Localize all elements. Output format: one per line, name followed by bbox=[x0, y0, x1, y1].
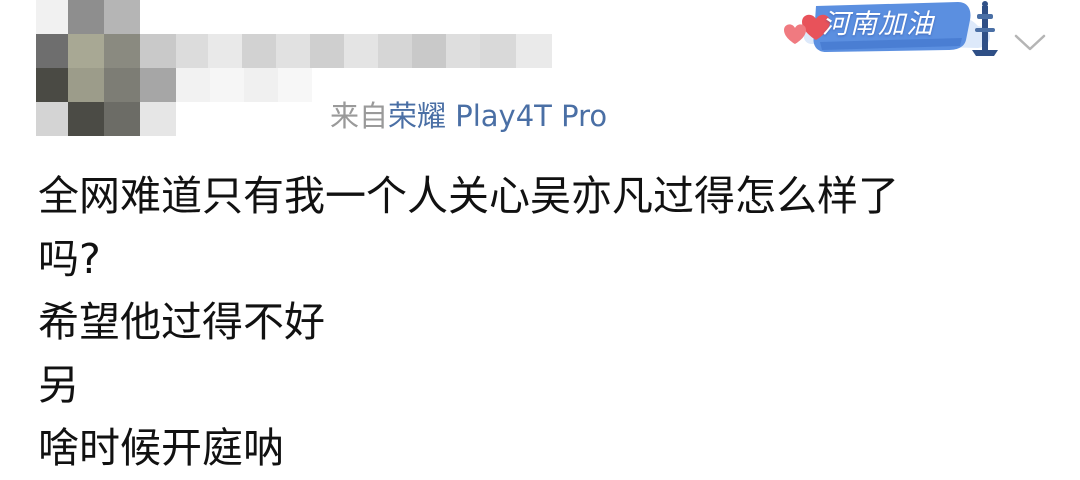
post-text-line: 啥时候开庭呐 bbox=[38, 424, 284, 472]
post-text-line: 希望他过得不好 bbox=[38, 298, 325, 346]
pixelated-avatar[interactable] bbox=[36, 0, 176, 136]
pixelated-username[interactable] bbox=[176, 34, 552, 68]
source-device-link[interactable]: 荣耀 Play4T Pro bbox=[388, 99, 607, 133]
post-text-line: 另 bbox=[38, 361, 79, 409]
post-text-line: 全网难道只有我一个人关心吴亦凡过得怎么样了 bbox=[38, 172, 899, 220]
post-text-line: 吗? bbox=[38, 235, 101, 283]
badge-label: 河南加油 bbox=[822, 9, 934, 40]
chevron-down-icon[interactable] bbox=[1013, 30, 1047, 54]
post-content: 全网难道只有我一个人关心吴亦凡过得怎么样了 吗? 希望他过得不好 另 啥时候开庭… bbox=[38, 165, 1048, 480]
post-source-line: 来自荣耀 Play4T Pro bbox=[330, 92, 607, 140]
source-prefix-label: 来自 bbox=[330, 99, 389, 133]
